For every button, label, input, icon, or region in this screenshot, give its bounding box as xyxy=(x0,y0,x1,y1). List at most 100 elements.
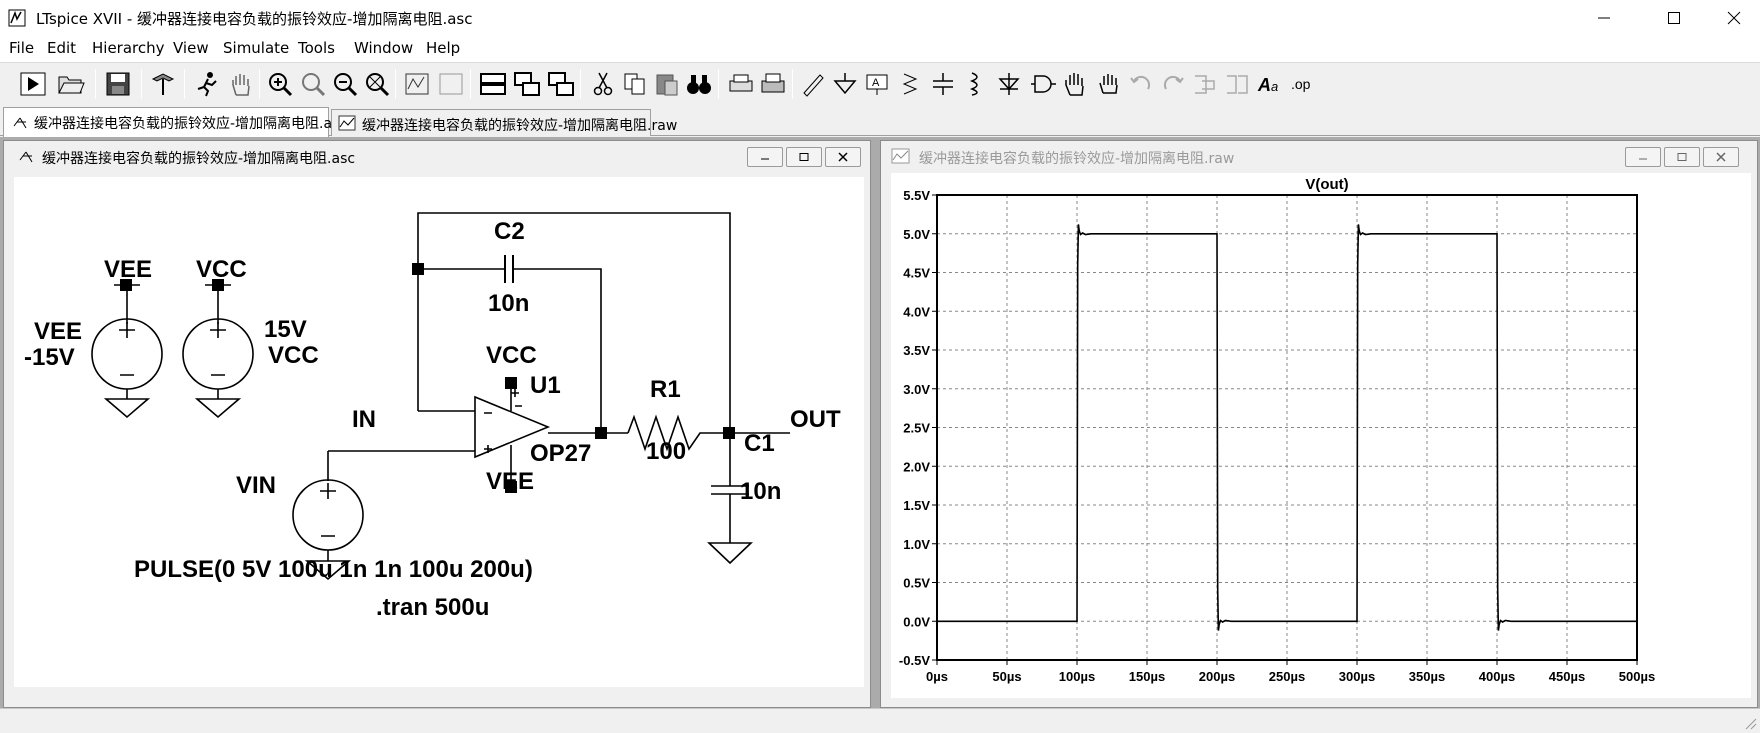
inductor-icon[interactable] xyxy=(960,69,990,99)
minimize-button[interactable] xyxy=(1578,0,1630,36)
mdi-workspace: 缓冲器连接电容负载的振铃效应-增加隔离电阻.asc VEE VCC VEE -1… xyxy=(0,137,1760,708)
zoom-pan-icon[interactable] xyxy=(298,69,328,99)
autorange-icon[interactable] xyxy=(402,69,432,99)
y-tick-label: 3.5V xyxy=(903,343,930,358)
schematic-titlebar[interactable]: 缓冲器连接电容负载的振铃效应-增加隔离电阻.asc xyxy=(4,141,870,171)
drag-hand-icon[interactable] xyxy=(1094,69,1124,99)
vee-source-name: VEE xyxy=(34,318,82,345)
y-tick-label: 2.5V xyxy=(903,421,930,436)
x-tick-label: 450µs xyxy=(1549,669,1585,684)
c2-value: 10n xyxy=(488,290,529,317)
spice-directive-icon[interactable]: .op xyxy=(1288,69,1318,99)
print-preview-icon[interactable] xyxy=(726,69,756,99)
r1-name: R1 xyxy=(650,376,681,403)
open-folder-icon[interactable] xyxy=(56,69,86,99)
resize-grip-icon[interactable] xyxy=(1743,716,1757,730)
move-hand-icon[interactable] xyxy=(1060,69,1090,99)
u1-vcc-label: VCC xyxy=(486,342,537,369)
resistor-icon[interactable] xyxy=(896,69,926,99)
schematic-window-title: 缓冲器连接电容负载的振铃效应-增加隔离电阻.asc xyxy=(42,151,356,167)
find-icon[interactable] xyxy=(684,69,714,99)
toolbar: A Aa .op xyxy=(0,62,1760,106)
waveform-window: 缓冲器连接电容负载的振铃效应-增加隔离电阻.raw V(out) 5.5V 5.0… xyxy=(880,140,1758,708)
y-tick-label: -0.5V xyxy=(899,653,930,668)
svg-text:A: A xyxy=(872,77,880,89)
menu-view[interactable]: View xyxy=(173,39,209,57)
draw-wire-icon[interactable] xyxy=(798,69,828,99)
schematic-window: 缓冲器连接电容负载的振铃效应-增加隔离电阻.asc VEE VCC VEE -1… xyxy=(3,140,871,708)
run-man-icon[interactable] xyxy=(192,69,222,99)
maximize-button[interactable] xyxy=(1648,0,1700,36)
waveform-maximize-button[interactable] xyxy=(1664,147,1700,167)
print-icon[interactable] xyxy=(758,69,788,99)
zoom-in-icon[interactable] xyxy=(265,69,295,99)
fft-icon[interactable] xyxy=(436,69,466,99)
menu-window[interactable]: Window xyxy=(354,39,413,57)
menu-edit[interactable]: Edit xyxy=(47,39,76,57)
diode-icon[interactable] xyxy=(994,69,1024,99)
redo-icon[interactable] xyxy=(1158,69,1188,99)
r1-value: 100 xyxy=(646,438,686,465)
undo-icon[interactable] xyxy=(1126,69,1156,99)
component-icon[interactable] xyxy=(1028,69,1058,99)
x-tick-label: 200µs xyxy=(1199,669,1235,684)
waveform-titlebar[interactable]: 缓冲器连接电容负载的振铃效应-增加隔离电阻.raw xyxy=(881,141,1757,171)
cut-icon[interactable] xyxy=(588,69,618,99)
x-tick-label: 400µs xyxy=(1479,669,1515,684)
waveform-icon xyxy=(891,148,910,164)
menu-bar: File Edit Hierarchy View Simulate Tools … xyxy=(0,36,1760,62)
u1-vee-label: VEE xyxy=(486,468,534,495)
c2-name: C2 xyxy=(494,218,525,245)
schematic-canvas[interactable]: VEE VCC VEE -15V 15V VCC C2 10n VCC U1 O… xyxy=(14,177,864,687)
waveform-close-button[interactable] xyxy=(1703,147,1739,167)
y-tick-label: 0.0V xyxy=(903,614,930,629)
control-panel-icon[interactable] xyxy=(148,69,178,99)
vcc-source-value: 15V xyxy=(264,316,307,343)
waveform-minimize-button[interactable] xyxy=(1625,147,1661,167)
c1-value: 10n xyxy=(740,478,781,505)
svg-text:A: A xyxy=(1257,75,1271,95)
label-net-icon[interactable]: A xyxy=(862,69,892,99)
tab-waveform[interactable]: 缓冲器连接电容负载的振铃效应-增加隔离电阻.raw xyxy=(331,109,677,136)
text-icon[interactable]: Aa xyxy=(1256,69,1286,99)
cascade-icon[interactable] xyxy=(512,69,542,99)
vee-source-value: -15V xyxy=(24,344,75,371)
net-out-label: OUT xyxy=(790,406,841,433)
tile-horizontal-icon[interactable] xyxy=(478,69,508,99)
tab-waveform-label: 缓冲器连接电容负载的振铃效应-增加隔离电阻.raw xyxy=(362,118,678,134)
y-tick-label: 1.0V xyxy=(903,537,930,552)
paste-icon[interactable] xyxy=(652,69,682,99)
menu-file[interactable]: File xyxy=(9,39,34,57)
run-button[interactable] xyxy=(18,69,48,99)
rotate-icon[interactable] xyxy=(1190,69,1220,99)
y-tick-label: 4.0V xyxy=(903,304,930,319)
vin-name: VIN xyxy=(236,472,276,499)
c1-name: C1 xyxy=(744,430,775,457)
y-tick-label: 1.5V xyxy=(903,498,930,513)
ground-icon[interactable] xyxy=(830,69,860,99)
save-icon[interactable] xyxy=(103,69,133,99)
tab-schematic[interactable]: 缓冲器连接电容负载的振铃效应-增加隔离电阻.asc xyxy=(3,107,347,137)
x-tick-label: 350µs xyxy=(1409,669,1445,684)
menu-help[interactable]: Help xyxy=(426,39,460,57)
ltspice-app-icon xyxy=(8,9,26,27)
y-tick-label: 3.0V xyxy=(903,382,930,397)
menu-simulate[interactable]: Simulate xyxy=(223,39,289,57)
menu-tools[interactable]: Tools xyxy=(298,39,335,57)
capacitor-icon[interactable] xyxy=(928,69,958,99)
zoom-fit-icon[interactable] xyxy=(362,69,392,99)
close-button[interactable] xyxy=(1708,0,1760,36)
vcc-source-name: VCC xyxy=(268,342,319,369)
zoom-out-icon[interactable] xyxy=(330,69,360,99)
close-windows-icon[interactable] xyxy=(546,69,576,99)
schematic-minimize-button[interactable] xyxy=(747,147,783,167)
y-tick-label: 4.5V xyxy=(903,266,930,281)
pulse-spec: PULSE(0 5V 100u 1n 1n 100u 200u) xyxy=(134,556,533,583)
copy-icon[interactable] xyxy=(620,69,650,99)
schematic-maximize-button[interactable] xyxy=(786,147,822,167)
mirror-icon[interactable] xyxy=(1222,69,1252,99)
menu-hierarchy[interactable]: Hierarchy xyxy=(92,39,165,57)
halt-hand-icon[interactable] xyxy=(226,69,256,99)
schematic-close-button[interactable] xyxy=(825,147,861,167)
waveform-plot[interactable]: V(out) 5.5V 5.0V 4.5V 4.0V 3.5V 3.0V 2.5V 2.0V 1… xyxy=(891,173,1751,698)
